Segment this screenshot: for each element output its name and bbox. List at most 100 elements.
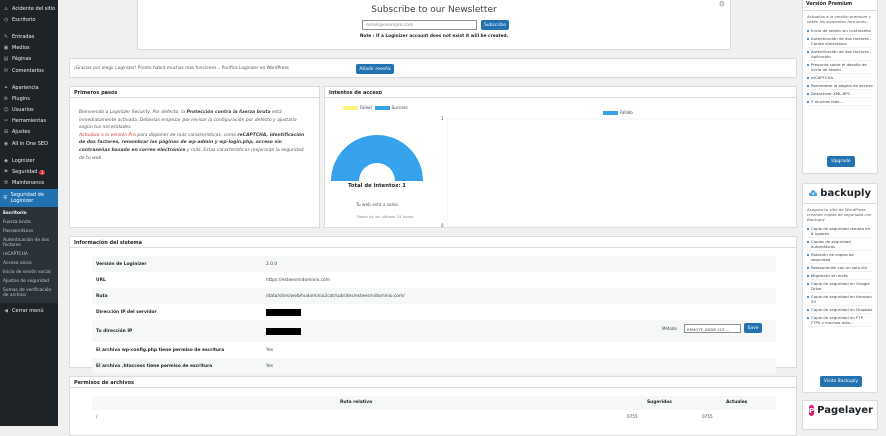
submenu-item[interactable]: Autenticación de dos factores (0, 236, 58, 250)
premium-description: Actualiza a la versión premium y obtén l… (807, 14, 871, 24)
list-item: Pregunta sobre el desafío de inicio de s… (807, 61, 873, 74)
doughnut-segment-success (331, 135, 423, 181)
visit-backuply-button[interactable]: Visita Backuply (820, 376, 862, 387)
sidebar-item-media[interactable]: ▣ Medios (0, 43, 58, 54)
column-header: Ruta relativa (340, 400, 373, 405)
sidebar-submenu: Escritorio Fuerza bruta PasswordLess Aut… (0, 206, 58, 303)
comment-icon: ✉ (3, 67, 9, 74)
newsletter-box: Subscribe to our Newsletter email@exampl… (137, 0, 731, 50)
legend-swatch-success (374, 105, 390, 110)
sidebar-item-appearance[interactable]: ✦ Apariencia (0, 82, 58, 93)
pin-icon: ✎ (3, 33, 9, 40)
plugin-icon: ⚙ (3, 95, 9, 102)
backuply-widget: backuply Asegura tu sitio de WordPress c… (802, 183, 878, 393)
flag-icon: ⚑ (3, 169, 9, 176)
sidebar-item-maintenance[interactable]: ⚒ Maintenance (0, 178, 58, 189)
submenu-item[interactable]: Ajustes de seguridad (0, 277, 58, 286)
premium-features: Inicio de sesión sin contraseña Autentic… (803, 27, 877, 106)
list-item: Copia de seguridad remota en 6 lugares (807, 225, 873, 238)
review-notice: ¡Gracias por elegir Loginizer! Pronto ha… (69, 58, 797, 78)
list-item: Restauración con un solo clic (807, 264, 873, 272)
redacted-server-ip (266, 308, 301, 316)
home-icon: ⌂ (4, 5, 8, 12)
review-notice-text: ¡Gracias por elegir Loginizer! Pronto ha… (74, 66, 289, 71)
collapse-icon: ◀ (4, 308, 8, 315)
hammer-icon: ⚒ (3, 180, 9, 187)
backuply-description: Asegura tu sitio de WordPress creando co… (803, 203, 877, 225)
sidebar-item-dashboard[interactable]: ◷ Escritorio (0, 14, 58, 25)
pagelayer-logo: P Pagelayer (809, 405, 873, 416)
getting-started-text: Bienvenido a Loginizer Security. Por def… (79, 110, 297, 131)
panel-title: Primeros pasos (70, 87, 319, 98)
newsletter-email-input[interactable]: email@example.com (362, 20, 477, 30)
dashboard-icon: ◷ (3, 16, 9, 23)
column-header: Sugeridos (647, 400, 672, 405)
sidebar-item-security[interactable]: ⚑ Seguridad 1 (0, 166, 58, 177)
sidebar-item-tools[interactable]: ✂ Herramientas (0, 116, 58, 127)
submenu-item[interactable]: Acceso único (0, 259, 58, 268)
table-row: Dirección IP del servidor (92, 304, 776, 320)
table-row: Tu dirección IP Método REMOTE_ADDR 213 .… (92, 320, 776, 342)
settings-icon[interactable]: ⚙ (719, 0, 725, 8)
list-item: Rotación de copias de seguridad (807, 251, 873, 264)
sidebar-item-loginizer[interactable]: ◆ Loginizer (0, 155, 58, 166)
y-axis-tick: 0 (441, 223, 444, 228)
wrench-icon: ✂ (3, 118, 9, 125)
list-item: Inicio de sesión sin contraseña (807, 27, 873, 35)
save-method-button[interactable]: Save (744, 323, 762, 333)
loginizer-icon: ◆ (4, 157, 8, 164)
page-icon: ▤ (3, 56, 9, 63)
attempts-doughnut-chart (331, 135, 423, 181)
submenu-item[interactable]: Escritorio (0, 209, 58, 218)
sidebar-item-site[interactable]: ⌂ Acidente del sitio (0, 3, 58, 14)
attempts-bar-chart (447, 118, 792, 228)
site-safe-text: Tu web está a salvo (355, 203, 399, 208)
legend-swatch-failed (603, 110, 618, 115)
getting-started-panel: Primeros pasos Bienvenido a Loginizer Se… (69, 86, 320, 228)
list-item: Copia de seguridad en Dropbox (807, 306, 873, 314)
list-item: Autenticación de dos factores - Correo e… (807, 35, 873, 48)
submenu-item[interactable]: PasswordLess (0, 227, 58, 236)
sidebar-item-loginizer-security[interactable]: ⛨ Seguridad de Loginizer (0, 188, 58, 207)
list-item: reCAPTCHA (807, 74, 873, 82)
backuply-features: Copia de seguridad remota en 6 lugares C… (803, 225, 877, 327)
panel-title: Permisos de archivos (70, 377, 796, 388)
list-item: Autenticación de dos factores - Aplicaci… (807, 48, 873, 61)
submenu-item[interactable]: Sumas de verificación de archivo (0, 286, 58, 300)
login-attempts-panel: Intentos de acceso Failed Success Total … (324, 86, 797, 228)
redacted-user-ip (266, 327, 301, 335)
collapse-menu-button[interactable]: ◀ Cerrar menú (0, 306, 58, 317)
submenu-item[interactable]: Fuerza bruta (0, 218, 58, 227)
sidebar-item-comments[interactable]: ✉ Comentarios (0, 65, 58, 76)
subscribe-button[interactable]: Subscribe (481, 20, 509, 30)
newsletter-title: Subscribe to our Newsletter (371, 5, 497, 15)
sidebar-item-posts[interactable]: ✎ Entradas (0, 31, 58, 42)
list-item: Y muchas más... (807, 98, 873, 106)
sidebar-item-users[interactable]: ☺ Usuarios (0, 105, 58, 116)
sidebar-item-plugins[interactable]: ⚙ Plugins (0, 93, 58, 104)
notification-badge: 1 (39, 169, 45, 175)
brush-icon: ✦ (3, 84, 9, 91)
media-icon: ▣ (3, 45, 9, 52)
ip-method-select[interactable]: REMOTE_ADDR 213 ... (684, 324, 741, 333)
upgrade-pro-link[interactable]: Actualiza a la versión Pro (79, 133, 136, 138)
pagelayer-logo-icon: P (809, 405, 815, 416)
premium-title: Versión Premium (803, 0, 877, 11)
add-review-button[interactable]: Añadir reseña (356, 64, 394, 74)
table-row: El archivo .htaccess tiene permiso de es… (92, 358, 776, 374)
system-info-table: Versión de Loginizer 2.0.0 URL https://est… (92, 256, 776, 374)
sidebar-item-aioseo[interactable]: ◉ All in One SEO (0, 138, 58, 149)
sidebar-item-pages[interactable]: ▤ Páginas (0, 54, 58, 65)
premium-widget: Versión Premium Actualiza a la versión p… (802, 0, 878, 174)
doughnut-legend: Failed Success (341, 105, 408, 110)
list-item: Migración sin errés (807, 272, 873, 280)
panel-title: Intentos de acceso (325, 87, 796, 98)
list-item: Copias de seguridad automáticas (807, 238, 873, 251)
submenu-item[interactable]: Inicio de sesión social (0, 268, 58, 277)
newsletter-note: Note : If a Loginizer account does not e… (359, 34, 509, 39)
submenu-item[interactable]: reCAPTCHA (0, 250, 58, 259)
upgrade-button[interactable]: Upgrade (827, 156, 855, 167)
table-row: Versión de Loginizer 2.0.0 (92, 256, 776, 272)
system-info-panel: Información del sistema Versión de Login… (69, 236, 797, 374)
sidebar-item-settings[interactable]: ⊞ Ajustes (0, 127, 58, 138)
